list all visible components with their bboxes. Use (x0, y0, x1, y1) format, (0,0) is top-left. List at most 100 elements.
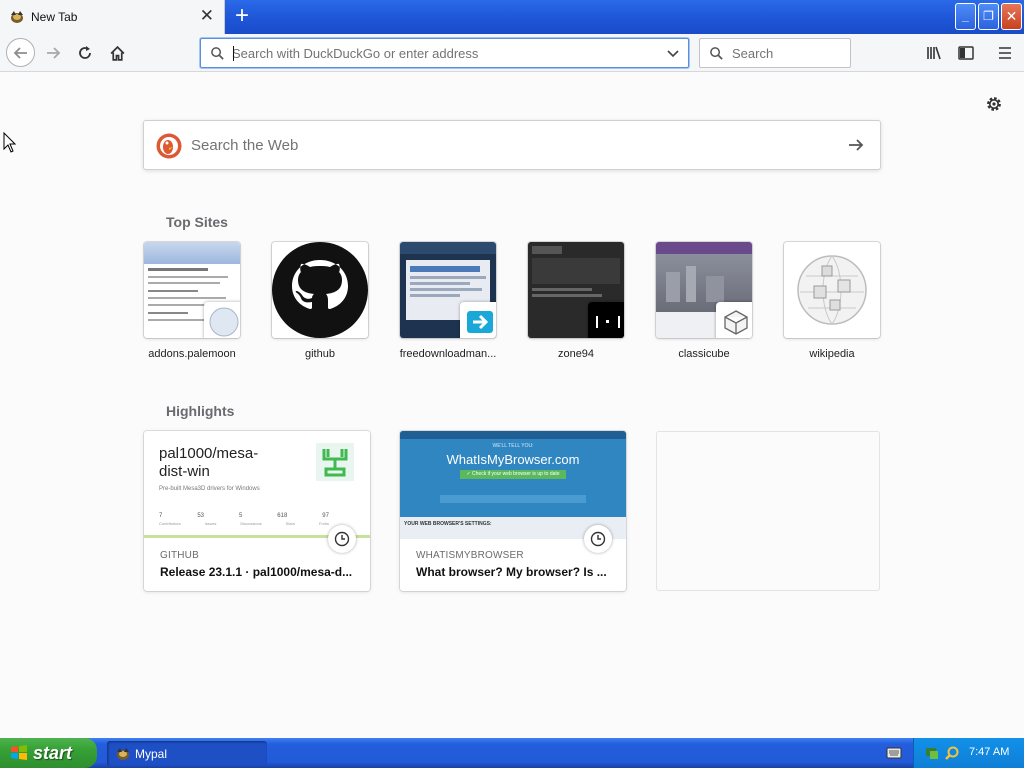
system-tray: 7:47 AM (913, 738, 1024, 768)
site-badge (716, 302, 752, 338)
back-arrow-icon (13, 46, 27, 59)
palemoon-moon-icon (209, 307, 239, 337)
card-source: WHATISMYBROWSER (416, 550, 524, 561)
title-bar: New Tab ✕ + _ ❐ ✕ (0, 0, 1024, 34)
mesa-logo-icon (316, 443, 354, 481)
windows-logo-icon (11, 745, 27, 760)
clock-icon (584, 525, 612, 553)
site-label: addons.palemoon (148, 348, 236, 360)
site-label: github (305, 348, 335, 360)
nav-toolbar: Search with DuckDuckGo or enter address … (0, 34, 1024, 72)
github-octocat-icon (272, 242, 368, 338)
taskbar: start Mypal 7:47 AM (0, 738, 1024, 768)
search-icon (211, 47, 224, 60)
maximize-button[interactable]: ❐ (978, 3, 999, 30)
new-tab-button[interactable]: + (230, 3, 254, 29)
card-title: Release 23.1.1 · pal1000/mesa-d... (160, 565, 353, 579)
arrow-right-icon[interactable] (846, 135, 866, 155)
home-button[interactable] (103, 39, 131, 67)
preview-stat: 7 (159, 513, 163, 519)
menu-button[interactable] (991, 39, 1019, 67)
site-label: freedownloadman... (399, 348, 497, 360)
preview-footer: YOUR WEB BROWSER'S SETTINGS: (404, 521, 492, 527)
highlight-card[interactable]: WE'LL TELL YOU: WhatIsMyBrowser.com ✓ Ch… (400, 431, 626, 591)
taskbar-item-mypal[interactable]: Mypal (107, 741, 267, 766)
search-bar-placeholder: Search (732, 46, 774, 61)
close-window-button[interactable]: ✕ (1001, 3, 1022, 30)
site-thumbnail (400, 242, 496, 338)
start-label: start (33, 743, 73, 763)
top-site-tile[interactable]: addons.palemoon (144, 242, 240, 360)
web-search-box[interactable]: Search the Web (143, 120, 881, 170)
library-button[interactable] (920, 39, 948, 67)
wikipedia-globe-icon (797, 255, 867, 325)
card-title: What browser? My browser? Is ... (416, 565, 607, 579)
preview-heading: pal1000/mesa-dist-win (159, 445, 259, 480)
search-tray-icon[interactable] (944, 745, 960, 761)
site-badge (588, 302, 624, 338)
url-bar-placeholder: Search with DuckDuckGo or enter address (232, 46, 479, 61)
sidebar-button[interactable] (952, 39, 980, 67)
web-search-placeholder: Search the Web (191, 137, 299, 154)
gear-icon[interactable] (984, 94, 1004, 114)
top-site-tile[interactable]: github (272, 242, 368, 360)
mypal-icon (11, 11, 23, 23)
clock-icon (328, 525, 356, 553)
preview-tagline: WE'LL TELL YOU: (492, 443, 534, 449)
tab-new-tab[interactable]: New Tab ✕ (0, 0, 225, 34)
card-source: GITHUB (160, 550, 199, 561)
highlight-card[interactable]: pal1000/mesa-dist-win Pre-built Mesa3D d… (144, 431, 370, 591)
top-sites-heading: Top Sites (166, 214, 228, 230)
preview-check: ✓ Check if your web browser is up to dat… (460, 470, 566, 479)
cube-icon (724, 310, 748, 335)
forward-button[interactable] (39, 39, 67, 67)
duckduckgo-logo-icon (156, 133, 182, 159)
minimize-button[interactable]: _ (955, 3, 976, 30)
top-site-tile[interactable]: wikipedia (784, 242, 880, 360)
text-caret (233, 46, 234, 61)
top-site-tile[interactable]: zone94 (528, 242, 624, 360)
card-preview: pal1000/mesa-dist-win Pre-built Mesa3D d… (144, 431, 370, 539)
chevron-down-icon[interactable] (666, 48, 680, 60)
preview-stat: 53 (197, 513, 204, 519)
mypal-icon (117, 748, 129, 760)
preview-stat-label: Forks (318, 521, 329, 526)
preview-brand: WhatIsMyBrowser.com (446, 452, 580, 467)
preview-subtitle: Pre-built Mesa3D drivers for Windows (159, 486, 260, 492)
reload-button[interactable] (71, 39, 99, 67)
tab-close-icon[interactable]: ✕ (200, 7, 214, 25)
back-button[interactable] (6, 38, 35, 67)
mouse-pointer-icon (3, 132, 17, 153)
site-label: zone94 (557, 348, 595, 360)
top-site-tile[interactable]: freedownloadman... (400, 242, 496, 360)
start-button[interactable]: start (0, 738, 97, 768)
hamburger-menu-icon (999, 47, 1011, 59)
preview-stat: 97 (322, 513, 329, 519)
preview-stat-label: Contributors (159, 521, 181, 526)
download-manager-icon (467, 311, 493, 333)
site-thumbnail (272, 242, 368, 338)
preview-stat: 5 (238, 513, 243, 519)
site-label: classicube (678, 348, 730, 360)
pong-game-icon (596, 316, 620, 328)
card-preview: WE'LL TELL YOU: WhatIsMyBrowser.com ✓ Ch… (400, 431, 626, 539)
tab-title: New Tab (31, 10, 78, 24)
url-bar[interactable]: Search with DuckDuckGo or enter address (200, 38, 689, 68)
highlights-heading: Highlights (166, 403, 235, 419)
preview-stat-label: Discussions (240, 521, 262, 526)
search-icon (710, 47, 723, 60)
home-icon (110, 45, 124, 61)
sidebar-icon (958, 46, 974, 60)
search-bar[interactable]: Search (699, 38, 851, 68)
site-badge (460, 302, 496, 338)
top-site-tile[interactable]: classicube (656, 242, 752, 360)
preview-stat-label: Issues (204, 521, 217, 526)
site-label: wikipedia (809, 348, 855, 360)
forward-arrow-icon (47, 47, 61, 59)
preview-stat: 618 (277, 513, 288, 519)
keyboard-icon[interactable] (886, 746, 902, 760)
network-icon[interactable] (924, 745, 940, 761)
preview-stat-label: Stars (285, 521, 295, 526)
site-thumbnail (144, 242, 240, 338)
site-thumbnail (656, 242, 752, 338)
